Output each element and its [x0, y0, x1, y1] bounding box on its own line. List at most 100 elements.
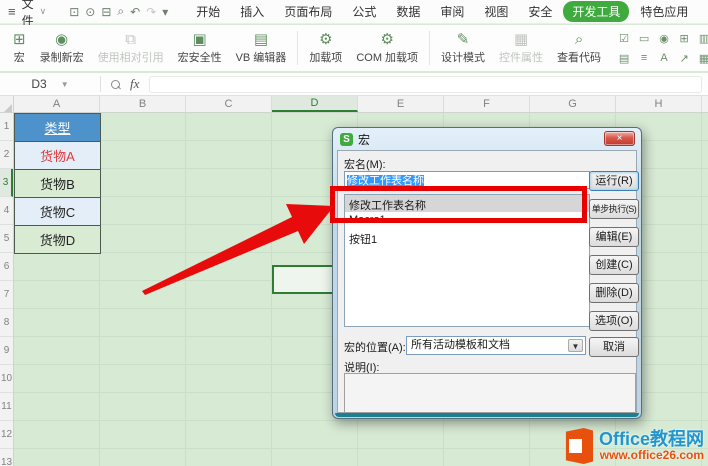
addins-icon: ⚙ — [319, 31, 332, 48]
row-header-7[interactable]: 7 — [0, 281, 13, 309]
delete-button[interactable]: 删除(D) — [589, 283, 639, 303]
print-preview-icon[interactable]: ⌕ — [114, 4, 127, 19]
row-header-1[interactable]: 1 — [0, 113, 13, 141]
relative-reference-button: ⧉使用相对引用 — [91, 27, 171, 69]
wps-spreadsheet-window: ≡ 文件 ∨ ⊡⊙⊟⌕↶↷▾ 开始插入页面布局公式数据审阅视图安全开发工具特色应… — [0, 0, 708, 466]
row-header-6[interactable]: 6 — [0, 253, 13, 281]
print-icon[interactable]: ⊟ — [98, 5, 114, 19]
menu-tab-4[interactable]: 公式 — [343, 1, 385, 22]
toolbar-button-label: 录制新宏 — [40, 49, 84, 65]
menu-tabs: 开始插入页面布局公式数据审阅视图安全开发工具特色应用文档助手 — [187, 1, 708, 22]
row-header-5[interactable]: 5 — [0, 225, 13, 253]
menu-tab-8[interactable]: 安全 — [519, 1, 561, 22]
macro-security-button[interactable]: ▣宏安全性 — [171, 27, 229, 69]
combobox-control-icon[interactable]: ▦ — [694, 48, 708, 68]
label-control-icon[interactable]: A — [654, 48, 674, 68]
edit-button[interactable]: 编辑(E) — [589, 227, 639, 247]
button-control-icon[interactable]: ▭ — [634, 28, 654, 48]
formula-input[interactable] — [149, 76, 702, 93]
design-mode-button[interactable]: ✎设计模式 — [434, 27, 492, 69]
column-header-a[interactable]: A — [14, 96, 100, 112]
addins-button[interactable]: ⚙加载项 — [302, 27, 349, 69]
step-into-button[interactable]: 单步执行(S) — [589, 199, 639, 219]
dialog-title: 宏 — [358, 131, 370, 148]
scrollbar-control-icon[interactable]: ≡ — [634, 48, 654, 68]
row-header-2[interactable]: 2 — [0, 141, 13, 169]
toolbar-button-label: 加载项 — [309, 49, 342, 65]
menu-tab-1[interactable]: 开始 — [187, 1, 229, 22]
column-header-g[interactable]: G — [530, 96, 616, 112]
dialog-title-bar[interactable]: S 宏 — [333, 128, 641, 150]
row-header-3[interactable]: 3 — [0, 169, 13, 197]
save-icon[interactable]: ⊡ — [66, 5, 82, 19]
column-header-e[interactable]: E — [358, 96, 444, 112]
column-header-c[interactable]: C — [186, 96, 272, 112]
menu-tab-3[interactable]: 页面布局 — [275, 1, 341, 22]
column-header-b[interactable]: B — [100, 96, 186, 112]
column-header-h[interactable]: H — [616, 96, 702, 112]
vb-editor-button[interactable]: ▤VB 编辑器 — [229, 27, 294, 69]
option-control-icon[interactable]: ◉ — [654, 28, 674, 48]
textbox-control-icon[interactable]: ▥ — [694, 28, 708, 48]
chevron-down-icon[interactable]: ∨ — [40, 6, 47, 17]
options-button[interactable]: 选项(O) — [589, 311, 639, 331]
checkbox-control-icon[interactable]: ☑ — [614, 28, 634, 48]
menu-tab-11[interactable]: 文档助手 — [699, 1, 708, 22]
macro-location-dropdown[interactable]: 所有活动模板和文档 ▼ — [406, 336, 586, 355]
search-function-icon[interactable] — [111, 80, 120, 89]
toolbar-separator — [297, 31, 298, 65]
run-button[interactable]: 运行(R) — [589, 171, 639, 191]
row-headers: 12345678910111213 — [0, 113, 14, 466]
close-button[interactable]: × — [604, 131, 635, 146]
cancel-button[interactable]: 取消 — [589, 337, 639, 357]
menu-tab-5[interactable]: 数据 — [387, 1, 429, 22]
column-header-f[interactable]: F — [444, 96, 530, 112]
vb-editor-icon: ▤ — [254, 31, 268, 48]
row-header-12[interactable]: 12 — [0, 421, 13, 449]
row-header-4[interactable]: 4 — [0, 197, 13, 225]
more-commands-icon[interactable]: ▾ — [159, 5, 171, 19]
spinner-control-icon[interactable]: ⊞ — [674, 28, 694, 48]
image-control-icon[interactable]: ↗ — [674, 48, 694, 68]
macro-button[interactable]: ⊞宏 — [6, 27, 33, 69]
row-header-8[interactable]: 8 — [0, 309, 13, 337]
undo-icon[interactable]: ↶ — [127, 5, 143, 19]
com-addins-button[interactable]: ⚙COM 加载项 — [349, 27, 425, 69]
hamburger-icon[interactable]: ≡ — [8, 4, 16, 19]
create-button[interactable]: 创建(C) — [589, 255, 639, 275]
row-header-9[interactable]: 9 — [0, 337, 13, 365]
row-header-11[interactable]: 11 — [0, 393, 13, 421]
description-box[interactable] — [344, 373, 636, 413]
row-header-10[interactable]: 10 — [0, 365, 13, 393]
listbox-control-icon[interactable]: ▤ — [614, 48, 634, 68]
name-box[interactable]: D3 ▼ — [0, 77, 100, 91]
cell-a1[interactable]: 类型 — [14, 113, 101, 142]
fx-icon[interactable]: fx — [130, 76, 139, 92]
design-mode-icon: ✎ — [457, 31, 470, 48]
menu-tab-7[interactable]: 视图 — [475, 1, 517, 22]
view-code-button[interactable]: ⌕查看代码 — [550, 27, 608, 69]
row-header-13[interactable]: 13 — [0, 449, 13, 466]
menu-tab-6[interactable]: 审阅 — [431, 1, 473, 22]
column-header-d[interactable]: D — [272, 96, 358, 112]
record-macro-button[interactable]: ◉录制新宏 — [33, 27, 91, 69]
cell-a3[interactable]: 货物B — [14, 169, 101, 198]
view-code-icon: ⌕ — [575, 31, 583, 48]
macro-list-item-3[interactable]: 按钮1 — [345, 229, 589, 246]
export-icon[interactable]: ⊙ — [82, 5, 98, 19]
control-properties-button: ▦控件属性 — [492, 27, 550, 69]
cell-a2[interactable]: 货物A — [14, 141, 101, 170]
macro-location-value: 所有活动模板和文档 — [411, 339, 510, 351]
dropdown-arrow-icon: ▼ — [568, 339, 583, 352]
macro-name-label: 宏名(M): — [344, 156, 386, 172]
toolbar-button-label: 宏安全性 — [178, 49, 222, 65]
name-box-dropdown-icon[interactable]: ▼ — [61, 80, 69, 89]
cell-a4[interactable]: 货物C — [14, 197, 101, 226]
select-all-corner[interactable] — [0, 96, 14, 113]
menu-tab-10[interactable]: 特色应用 — [631, 1, 697, 22]
toolbar-button-label: 使用相对引用 — [98, 49, 164, 65]
column-headers: ABCDEFGH — [0, 96, 708, 113]
menu-tab-9[interactable]: 开发工具 — [563, 1, 629, 22]
cell-a5[interactable]: 货物D — [14, 225, 101, 254]
menu-tab-2[interactable]: 插入 — [231, 1, 273, 22]
